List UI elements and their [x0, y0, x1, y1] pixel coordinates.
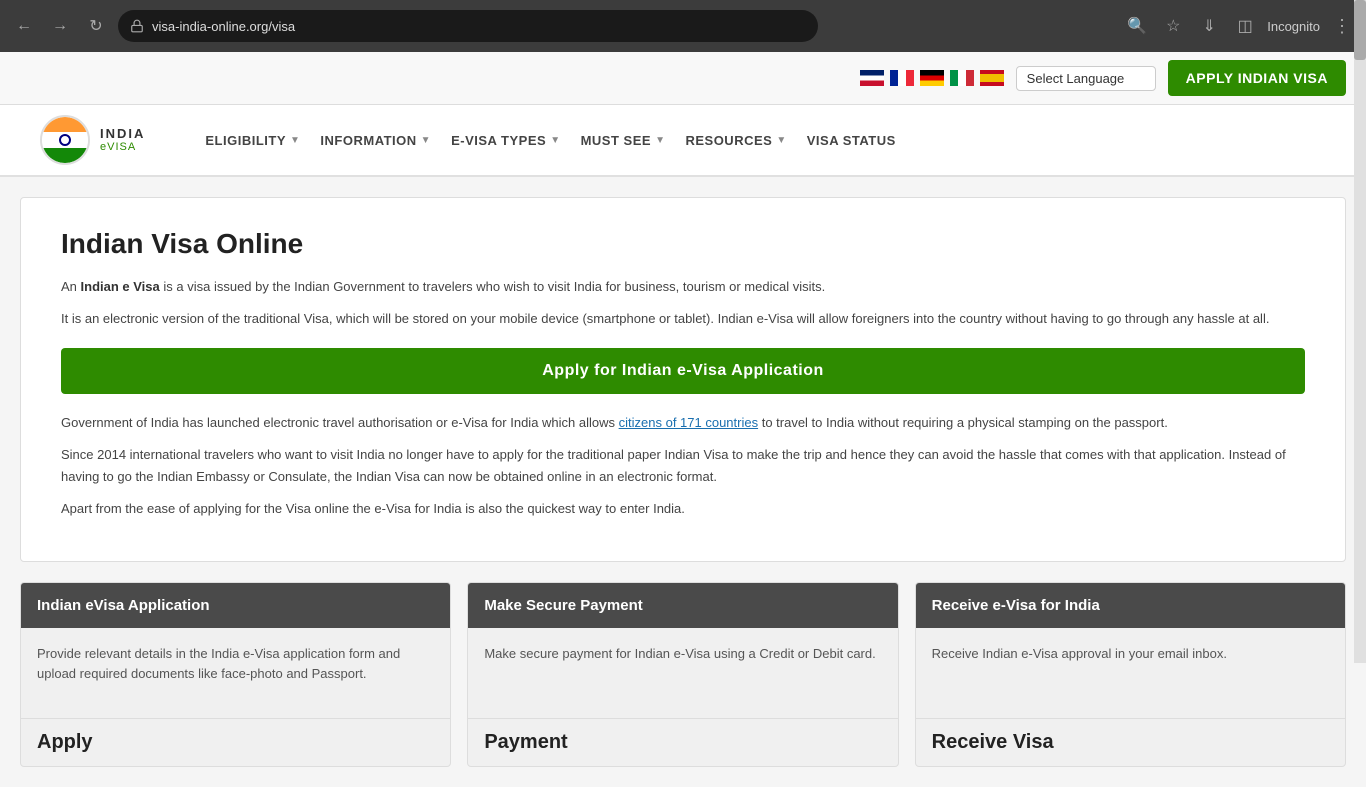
logo-india-text: INDIA [100, 126, 145, 142]
bookmark-icon[interactable]: ☆ [1159, 12, 1187, 40]
cards-row: Indian eVisa Application Provide relevan… [20, 582, 1346, 767]
flag-fr[interactable] [890, 70, 914, 86]
browser-chrome: ← → ↻ visa-india-online.org/visa 🔍 ☆ ⇓ ◫… [0, 0, 1366, 52]
nav-visa-status[interactable]: VISA STATUS [807, 128, 896, 153]
language-select-wrapper: Select Language English French German It… [1016, 66, 1156, 91]
intro-paragraph-2: It is an electronic version of the tradi… [61, 308, 1305, 330]
para-3: Apart from the ease of applying for the … [61, 498, 1305, 520]
chevron-down-icon: ▼ [776, 135, 786, 146]
nav-eligibility[interactable]: ELIGIBILITY ▼ [205, 128, 300, 153]
main-content: Indian Visa Online An Indian e Visa is a… [0, 177, 1366, 787]
card-apply-body: Provide relevant details in the India e-… [21, 628, 450, 718]
flag-icons [860, 70, 1004, 86]
content-box: Indian Visa Online An Indian e Visa is a… [20, 197, 1346, 562]
card-receive-body: Receive Indian e-Visa approval in your e… [916, 628, 1345, 718]
forward-button[interactable]: → [46, 12, 74, 40]
url-text: visa-india-online.org/visa [152, 19, 295, 34]
scrollbar-track[interactable] [1354, 0, 1366, 663]
logo-area: INDIA eVISA [40, 115, 145, 165]
flag-it[interactable] [950, 70, 974, 86]
page-title: Indian Visa Online [61, 228, 1305, 260]
card-receive-header: Receive e-Visa for India [916, 583, 1345, 628]
para-2: Since 2014 international travelers who w… [61, 444, 1305, 488]
apply-indian-visa-button[interactable]: APPLY INDIAN VISA [1168, 60, 1346, 96]
flag-uk[interactable] [860, 70, 884, 86]
incognito-label: Incognito [1267, 19, 1320, 34]
para-1: Government of India has launched electro… [61, 412, 1305, 434]
intro-paragraph-1: An Indian e Visa is a visa issued by the… [61, 276, 1305, 298]
card-payment: Make Secure Payment Make secure payment … [467, 582, 898, 767]
apply-evisa-button[interactable]: Apply for Indian e-Visa Application [61, 348, 1305, 394]
language-select[interactable]: Select Language English French German It… [1016, 66, 1156, 91]
logo-evisa-text: eVISA [100, 141, 145, 154]
nav-resources[interactable]: RESOURCES ▼ [685, 128, 786, 153]
logo-text: INDIA eVISA [100, 126, 145, 155]
card-apply-header: Indian eVisa Application [21, 583, 450, 628]
chevron-down-icon: ▼ [421, 135, 431, 146]
chevron-down-icon: ▼ [290, 135, 300, 146]
logo-circle [40, 115, 90, 165]
search-icon[interactable]: 🔍 [1123, 12, 1151, 40]
download-icon[interactable]: ⇓ [1195, 12, 1223, 40]
reload-button[interactable]: ↻ [82, 12, 110, 40]
chevron-down-icon: ▼ [550, 135, 560, 146]
card-payment-header: Make Secure Payment [468, 583, 897, 628]
scrollbar-thumb[interactable] [1354, 0, 1366, 60]
nav-must-see[interactable]: MUST SEE ▼ [581, 128, 666, 153]
card-receive: Receive e-Visa for India Receive Indian … [915, 582, 1346, 767]
flag-de[interactable] [920, 70, 944, 86]
back-button[interactable]: ← [10, 12, 38, 40]
menu-icon[interactable]: ⋮ [1328, 12, 1356, 40]
nav-links: ELIGIBILITY ▼ INFORMATION ▼ E-VISA TYPES… [205, 128, 895, 153]
address-bar[interactable]: visa-india-online.org/visa [118, 10, 818, 42]
lang-bar: Select Language English French German It… [0, 52, 1366, 105]
browser-right-controls: 🔍 ☆ ⇓ ◫ Incognito ⋮ [1123, 12, 1356, 40]
navbar: INDIA eVISA ELIGIBILITY ▼ INFORMATION ▼ … [0, 105, 1366, 177]
extensions-icon[interactable]: ◫ [1231, 12, 1259, 40]
citizens-link[interactable]: citizens of 171 countries [619, 415, 758, 430]
nav-information[interactable]: INFORMATION ▼ [320, 128, 431, 153]
flag-es[interactable] [980, 70, 1004, 86]
card-apply-footer: Apply [21, 718, 450, 766]
card-payment-body: Make secure payment for Indian e-Visa us… [468, 628, 897, 718]
card-receive-footer: Receive Visa [916, 718, 1345, 766]
nav-evisa-types[interactable]: E-VISA TYPES ▼ [451, 128, 561, 153]
chevron-down-icon: ▼ [655, 135, 665, 146]
card-apply: Indian eVisa Application Provide relevan… [20, 582, 451, 767]
ashoka-wheel [59, 134, 71, 146]
card-payment-footer: Payment [468, 718, 897, 766]
